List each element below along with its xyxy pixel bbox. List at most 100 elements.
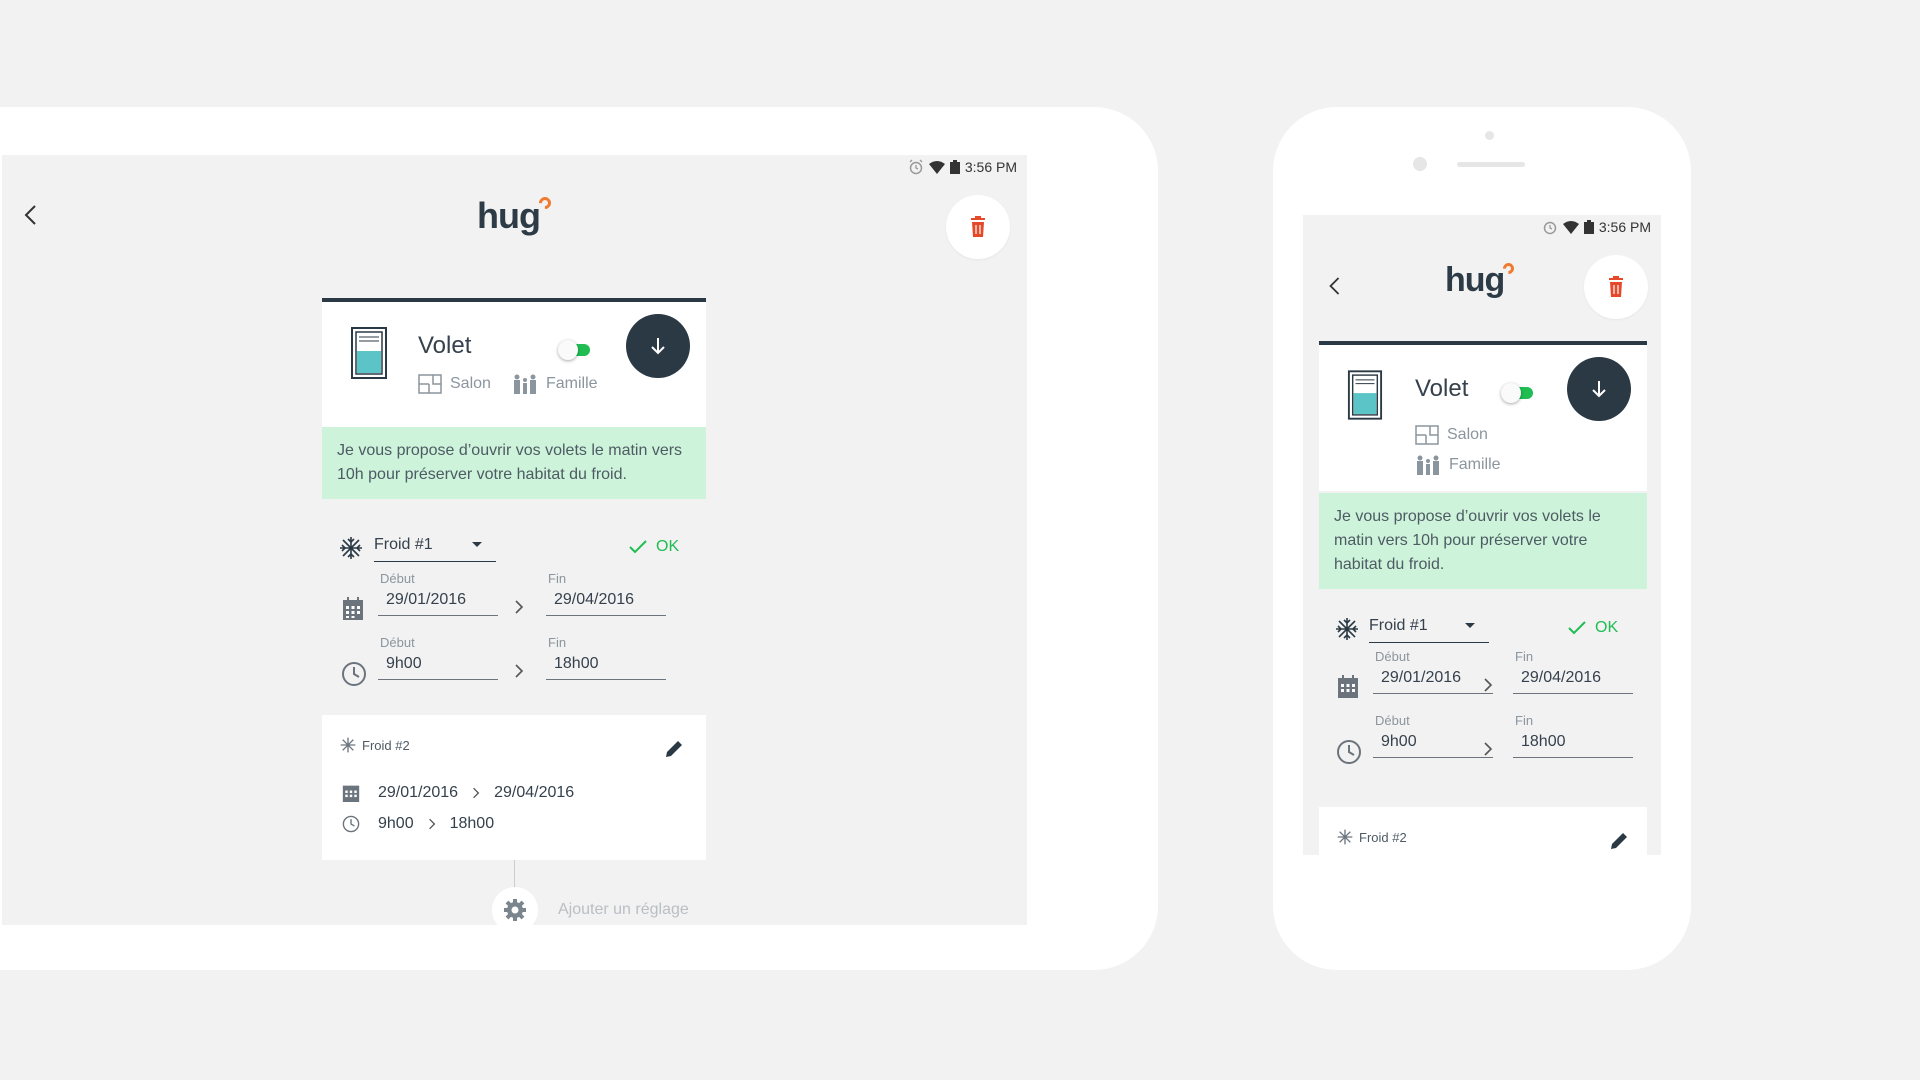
trash-icon [1609, 276, 1623, 297]
suggestion-banner: Je vous propose d’ouvrir vos volets le m… [322, 427, 706, 499]
date-end-label: Fin [548, 571, 567, 586]
gear-icon [504, 899, 526, 921]
status-time: 3:56 PM [1598, 219, 1651, 235]
pencil-icon[interactable] [664, 739, 684, 759]
preset-select-value: Froid #1 [374, 536, 433, 553]
date-end-value[interactable]: 29/04/2016 [1513, 669, 1633, 694]
trash-icon [971, 216, 985, 237]
preset-dates: 29/01/2016 29/04/2016 [342, 783, 574, 803]
device-toggle[interactable] [558, 340, 594, 360]
date-start-label: Début [380, 571, 415, 586]
add-setting-label: Ajouter un réglage [558, 901, 689, 918]
time-end-field[interactable]: Fin 18h00 [1513, 713, 1633, 763]
check-icon [1568, 621, 1586, 635]
preset-time-start: 9h00 [378, 815, 414, 832]
date-start-value[interactable]: 29/01/2016 [378, 591, 498, 616]
date-start-label: Début [1375, 649, 1410, 664]
device-card: Volet Salon Famille [322, 298, 706, 428]
logo-text: hug [1445, 261, 1505, 299]
calendar-icon [343, 597, 363, 620]
chevron-right-icon [515, 664, 524, 678]
back-arrow-icon[interactable] [22, 203, 40, 227]
snowflake-icon [340, 537, 362, 559]
pencil-icon[interactable] [1609, 831, 1629, 851]
suggestion-banner: Je vous propose d’ouvrir vos volets le m… [1319, 493, 1647, 589]
hug-logo: hug [477, 194, 554, 237]
chevron-right-icon [428, 818, 435, 830]
action-down-button[interactable] [1567, 357, 1631, 421]
chevron-down-icon [1465, 623, 1475, 628]
back-arrow-icon[interactable] [1327, 275, 1343, 297]
time-end-value[interactable]: 18h00 [1513, 733, 1633, 758]
family-icon [1417, 455, 1439, 475]
phone-screen: 3:56 PM hug Volet Salon Famille Je vous … [1303, 215, 1661, 855]
calendar-icon [1338, 675, 1358, 698]
tablet-screen: 3:56 PM hug Volet Salon Famille Je vous … [2, 155, 1027, 925]
alarm-icon [1543, 221, 1557, 235]
date-end-field[interactable]: Fin 29/04/2016 [1513, 649, 1633, 699]
chevron-right-icon [473, 787, 480, 799]
preset-select[interactable]: Froid #1 [1369, 617, 1489, 643]
date-start-field[interactable]: Début 29/01/2016 [378, 571, 498, 621]
phone-sensor [1485, 131, 1494, 140]
time-start-field[interactable]: Début 9h00 [1373, 713, 1493, 763]
time-start-label: Début [1375, 713, 1410, 728]
alarm-icon [909, 159, 923, 175]
battery-icon [949, 160, 960, 174]
action-down-button[interactable] [626, 314, 690, 378]
battery-icon [1583, 220, 1594, 234]
device-name: Volet [1415, 375, 1469, 402]
date-end-value[interactable]: 29/04/2016 [546, 591, 666, 616]
delete-button[interactable] [1584, 255, 1648, 319]
time-end-value[interactable]: 18h00 [546, 655, 666, 680]
clock-icon [342, 815, 360, 833]
hug-logo: hug [1445, 260, 1517, 300]
group-label: Famille [546, 375, 598, 392]
device-toggle[interactable] [1501, 383, 1537, 403]
ok-button[interactable]: OK [628, 538, 679, 556]
date-end-label: Fin [1515, 649, 1534, 664]
window-icon [1347, 370, 1383, 420]
chevron-right-icon [1484, 742, 1493, 756]
time-start-field[interactable]: Début 9h00 [378, 635, 498, 685]
device-name: Volet [418, 332, 472, 359]
time-start-label: Début [380, 635, 415, 650]
time-end-field[interactable]: Fin 18h00 [546, 635, 666, 685]
preset-select[interactable]: Froid #1 [374, 536, 496, 562]
gear-button[interactable] [492, 887, 538, 925]
logo-text: hug [477, 195, 541, 236]
ok-button[interactable]: OK [1567, 619, 1618, 637]
wifi-icon [1562, 221, 1579, 234]
snowflake-icon [340, 737, 356, 753]
preset-title: Froid #2 [340, 737, 410, 753]
family-icon [514, 374, 536, 394]
clock-icon [1337, 740, 1361, 764]
delete-button[interactable] [946, 195, 1010, 259]
date-start-value[interactable]: 29/01/2016 [1373, 669, 1493, 694]
tablet-frame: 3:56 PM hug Volet Salon Famille Je vous … [0, 107, 1158, 970]
clock-icon [342, 662, 366, 686]
time-end-label: Fin [1515, 713, 1534, 728]
phone-frame: 3:56 PM hug Volet Salon Famille Je vous … [1273, 107, 1691, 970]
preset-card[interactable]: Froid #2 [1319, 807, 1647, 855]
group-label: Famille [1449, 456, 1501, 473]
arrow-down-icon [1592, 381, 1606, 398]
calendar-icon [342, 785, 360, 802]
ok-label: OK [1595, 619, 1619, 636]
preset-title-text: Froid #2 [1359, 829, 1407, 845]
preset-date-start: 29/01/2016 [378, 784, 459, 801]
room-label: Salon [1447, 426, 1488, 443]
status-time: 3:56 PM [964, 159, 1017, 175]
date-end-field[interactable]: Fin 29/04/2016 [546, 571, 666, 621]
device-group: Famille [512, 374, 598, 394]
date-start-field[interactable]: Début 29/01/2016 [1373, 649, 1493, 699]
room-label: Salon [450, 375, 491, 392]
room-icon [418, 374, 442, 394]
device-group: Famille [1415, 455, 1501, 475]
time-start-value[interactable]: 9h00 [378, 655, 498, 680]
time-start-value[interactable]: 9h00 [1373, 733, 1493, 758]
snowflake-icon [1337, 829, 1353, 845]
preset-card[interactable]: Froid #2 29/01/2016 29/04/2016 9h00 18h0… [322, 715, 706, 860]
add-setting-button[interactable]: Ajouter un réglage [492, 887, 689, 925]
preset-time-end: 18h00 [449, 815, 495, 832]
